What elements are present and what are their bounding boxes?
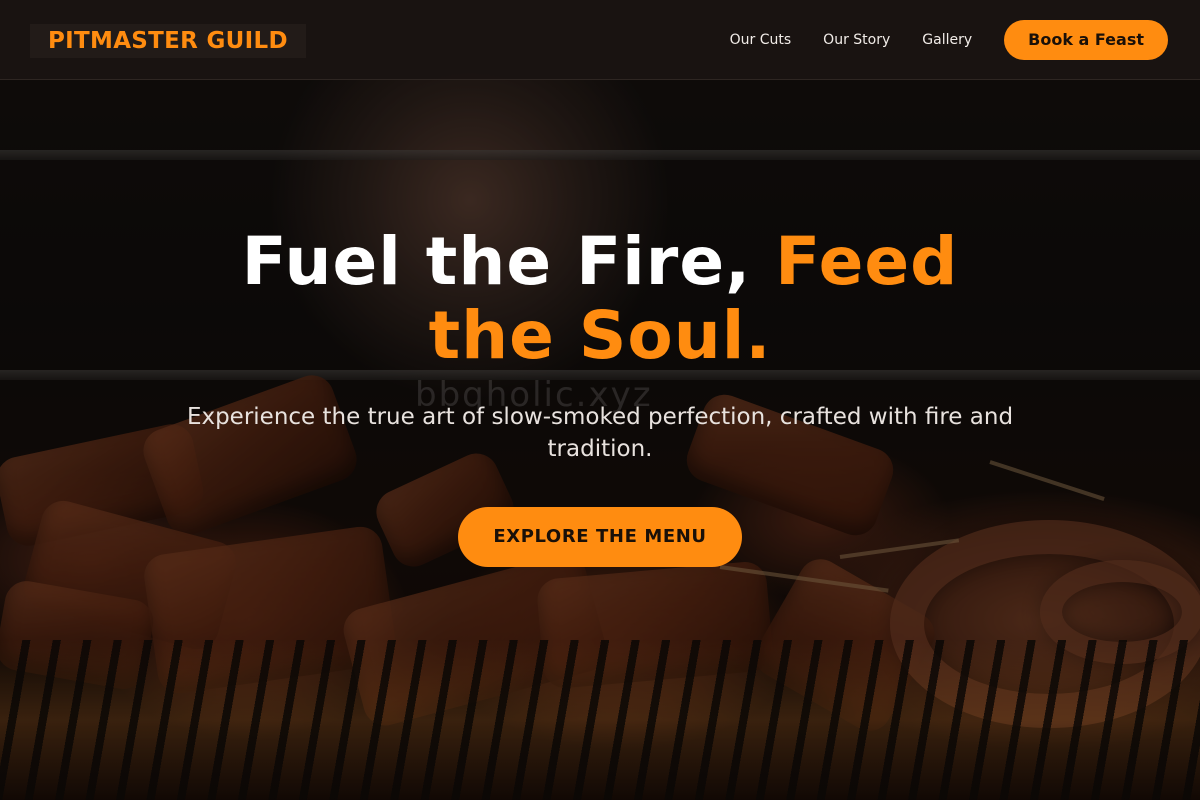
- book-a-feast-button[interactable]: Book a Feast: [1004, 20, 1168, 60]
- site-logo[interactable]: PITMASTER GUILD: [30, 24, 306, 58]
- site-header: PITMASTER GUILD Our Cuts Our Story Galle…: [0, 0, 1200, 80]
- landing-page: PITMASTER GUILD Our Cuts Our Story Galle…: [0, 0, 1200, 800]
- hero-title-white: Fuel the Fire,: [241, 223, 776, 300]
- nav-link-our-story[interactable]: Our Story: [823, 20, 890, 60]
- nav-link-our-cuts[interactable]: Our Cuts: [730, 20, 792, 60]
- explore-menu-button[interactable]: EXPLORE THE MENU: [458, 507, 742, 567]
- hero-title: Fuel the Fire, Feed the Soul.: [190, 225, 1010, 373]
- watermark-text: bbqholic.xyz: [415, 375, 653, 415]
- main-nav: Our Cuts Our Story Gallery Book a Feast: [730, 20, 1168, 60]
- hero-content: bbqholic.xyz Fuel the Fire, Feed the Sou…: [0, 225, 1200, 567]
- nav-link-gallery[interactable]: Gallery: [922, 20, 972, 60]
